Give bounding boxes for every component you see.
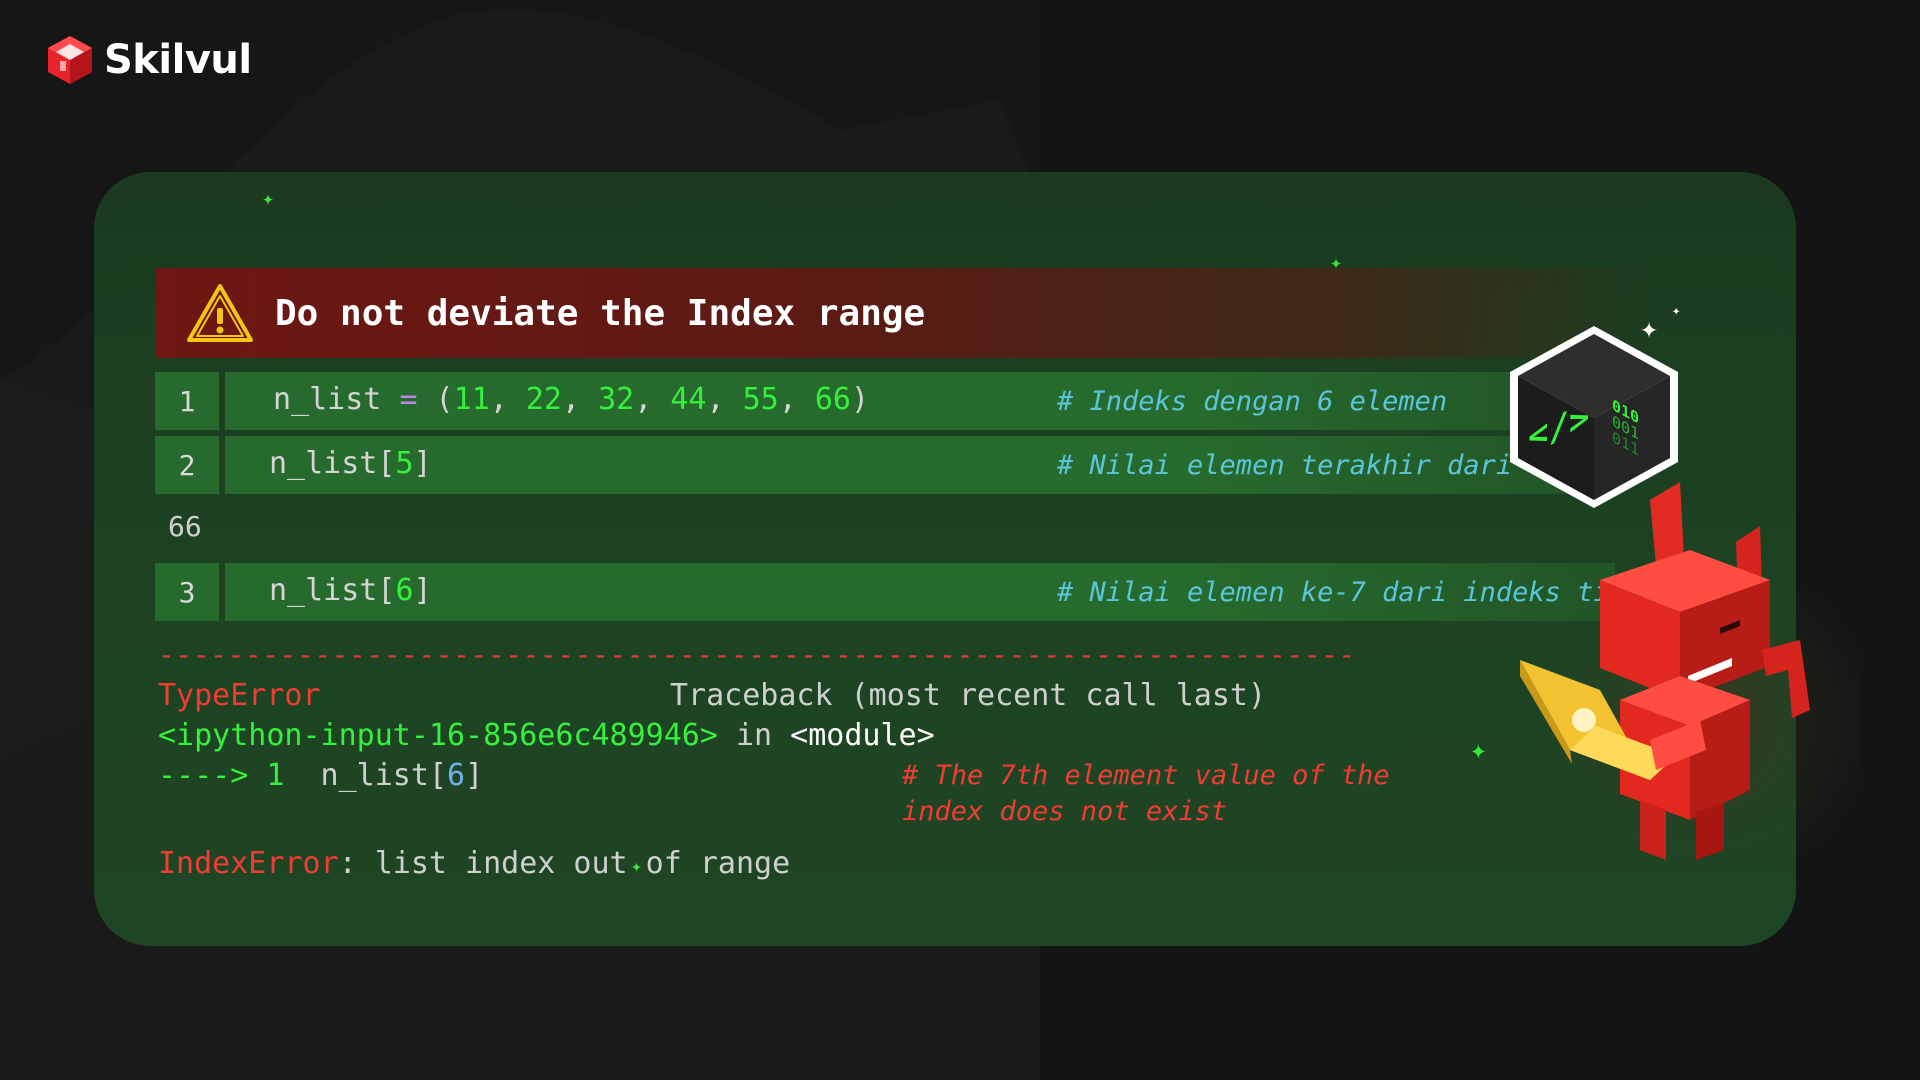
line-number: 1 <box>155 372 219 430</box>
traceback-header: Traceback (most recent call last) <box>670 678 1267 713</box>
skilvul-logo-icon <box>48 36 92 84</box>
page-title: Do not deviate the Index range <box>275 292 926 334</box>
code-row: 2 n_list[5] # Nilai elemen terakhir dari… <box>155 436 1626 494</box>
line-number: 2 <box>155 436 219 494</box>
code-row: 3 n_list[6] # Nilai elemen ke-7 dari ind… <box>155 563 1723 621</box>
title-bar: Do not deviate the Index range <box>155 268 1655 358</box>
brand-name: Skilvul <box>104 37 252 83</box>
traceback-line: ----> 1 n_list[6] <box>158 758 484 793</box>
warning-icon <box>187 284 253 342</box>
traceback-separator: ----------------------------------------… <box>158 638 1356 671</box>
code-comment: # Indeks dengan 6 elemen <box>1057 386 1448 417</box>
code-cube-icon: </> 010 001 011 <box>1510 326 1678 508</box>
sparkle-icon: ✦ <box>262 186 275 210</box>
sparkle-icon: ✦ <box>1672 303 1681 319</box>
code-line: n_list = (11, 22, 32, 44, 55, 66) <box>273 382 870 417</box>
code-row: 1 n_list = (11, 22, 32, 44, 55, 66) # In… <box>155 372 1615 430</box>
code-line: n_list[5] <box>269 446 432 481</box>
skilvul-logo[interactable]: Skilvul <box>46 34 252 86</box>
traceback-comment: # The 7th element value of the index doe… <box>902 760 1390 827</box>
final-error: IndexError: list index out of range <box>158 846 791 881</box>
mascot-illustration: </> 010 001 011 <box>1510 326 1860 880</box>
output-value: 66 <box>168 510 202 543</box>
traceback-location: <ipython-input-16-856e6c489946> in <modu… <box>158 718 935 753</box>
line-number: 3 <box>155 563 219 621</box>
error-type: TypeError <box>158 678 321 713</box>
sparkle-icon: ✦ <box>1470 733 1487 766</box>
code-line: n_list[6] <box>269 573 432 608</box>
